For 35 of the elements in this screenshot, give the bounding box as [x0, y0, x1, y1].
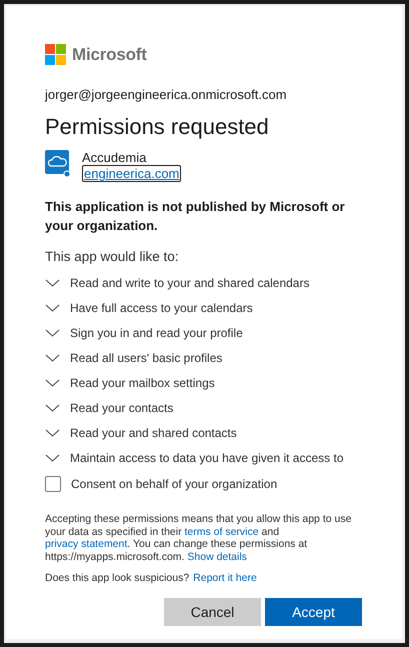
- report-link[interactable]: Report it here: [193, 572, 257, 584]
- notice-link[interactable]: Show details: [187, 550, 247, 562]
- consent-checkbox[interactable]: [45, 476, 61, 492]
- permission-label: Read all users' basic profiles: [70, 350, 222, 364]
- chevron-icon[interactable]: [45, 404, 60, 412]
- logo-icon: [45, 44, 66, 65]
- chevron-icon[interactable]: [45, 428, 60, 436]
- page-title: Permissions requested: [45, 114, 270, 140]
- chevron-icon[interactable]: [45, 354, 60, 362]
- accept-button[interactable]: Accept: [265, 598, 362, 626]
- warning-text: This application is not published by Microsoft or your organization.: [45, 198, 346, 235]
- chevron-icon[interactable]: [45, 378, 60, 386]
- notice-link[interactable]: terms of service: [184, 526, 259, 538]
- chevron-icon[interactable]: [45, 454, 60, 462]
- permission-label: Have full access to your calendars: [70, 300, 253, 314]
- chevron-icon[interactable]: [45, 304, 60, 312]
- cloud-icon: [45, 150, 71, 177]
- account-email: jorger@jorgeengineerica.onmicrosoft.com: [45, 87, 288, 102]
- intro-text: This app would like to:: [45, 249, 180, 264]
- chevron-icon[interactable]: [45, 278, 60, 286]
- permission-label: Read your and shared contacts: [70, 426, 237, 440]
- permission-label: Read and write to your and shared calendars: [70, 276, 310, 290]
- cancel-button[interactable]: Cancel: [164, 598, 261, 626]
- permission-label: Maintain access to data you have given it access to: [70, 450, 344, 464]
- suspicious-text: Does this app look suspicious?: [45, 572, 190, 584]
- permission-label: Read your contacts: [70, 400, 174, 414]
- consent-label: Consent on behalf of your organization: [71, 477, 278, 491]
- brand-name: Microsoft: [72, 44, 147, 64]
- app-name: Accudemia: [82, 150, 148, 165]
- permission-label: Sign you in and read your profile: [70, 326, 243, 340]
- notice-link[interactable]: privacy statement: [45, 538, 128, 550]
- consent-notice: Accepting these permissions means that you allow this app to use your data as specified in their terms of service and privacy statement. You can change these permissions at https://myapps.microsoft.com. Show details: [45, 513, 352, 563]
- permission-label: Read your mailbox settings: [70, 376, 215, 390]
- publisher-link[interactable]: engineerica.com: [82, 165, 182, 182]
- chevron-icon[interactable]: [45, 328, 60, 336]
